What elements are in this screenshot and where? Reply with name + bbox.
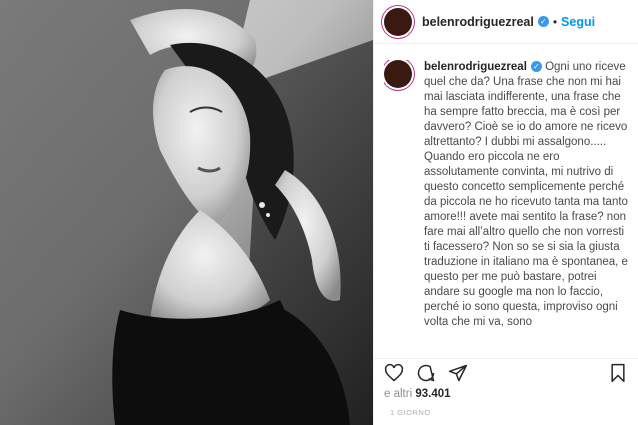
caption-username[interactable]: belenrodriguezreal [424,61,527,73]
likes-number: 93.401 [415,388,451,400]
action-bar [374,358,638,386]
author-username[interactable]: belenrodriguezreal [422,15,534,29]
heart-icon[interactable] [384,363,404,383]
follow-button[interactable]: Segui [561,15,595,29]
likes-count[interactable]: e altri 93.401 [384,388,628,400]
photo-image [0,0,373,425]
post-header: belenrodriguezreal ✓ • Segui [374,0,638,44]
caption-body: Ogni uno riceve quel che da? Una frase c… [424,61,628,148]
post-timestamp: 1 GIORNO [390,408,431,417]
post-side-panel: belenrodriguezreal ✓ • Segui belenrodrig… [373,0,638,425]
separator-dot: • [552,14,558,29]
verified-icon: ✓ [537,16,549,27]
post-photo[interactable] [0,0,373,425]
likes-prefix: e altri [384,388,413,400]
bookmark-icon[interactable] [608,363,628,383]
verified-icon: ✓ [530,61,542,72]
author-avatar[interactable] [384,7,412,36]
post-caption: belenrodriguezreal ✓ Ogni uno riceve quel… [384,60,632,356]
caption-text: belenrodriguezreal ✓ Ogni uno riceve quel… [424,60,632,356]
share-icon[interactable] [448,363,468,383]
comment-icon[interactable] [416,363,436,383]
caption-body-2: Quando ero piccola ne ero assolutamente … [424,151,628,328]
caption-avatar[interactable] [384,60,412,88]
